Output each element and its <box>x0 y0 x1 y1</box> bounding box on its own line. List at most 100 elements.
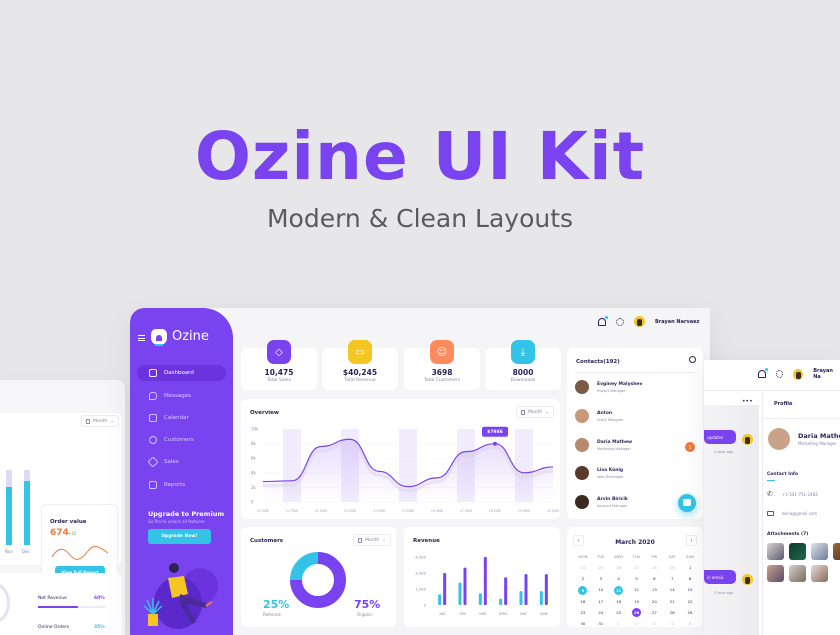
net-revenue-label: Net Revenue <box>38 596 67 601</box>
attachment-thumbnail[interactable] <box>811 565 828 582</box>
left-bar-nov <box>6 470 12 545</box>
tooltip-point <box>493 441 497 446</box>
sidebar-item-messages[interactable]: Messages <box>137 388 226 404</box>
calendar-day[interactable]: 28 <box>663 609 681 617</box>
avatar <box>575 438 589 452</box>
attachment-thumbnail[interactable] <box>767 543 784 560</box>
contact-item[interactable]: Daria Mathew Marketing Manager <box>575 438 632 452</box>
calendar-day[interactable]: 5 <box>628 575 646 583</box>
calendar-day[interactable]: 25 <box>592 564 610 572</box>
x-tick-label: 13 MAR <box>344 509 357 513</box>
calendar-day[interactable]: 20 <box>645 598 663 606</box>
user-avatar[interactable] <box>793 368 804 380</box>
sidebar-item-sales[interactable]: Sales <box>137 454 226 470</box>
calendar-day[interactable]: 31 <box>592 620 610 628</box>
calendar-day[interactable]: 7 <box>663 575 681 583</box>
user-avatar[interactable] <box>634 316 645 327</box>
calendar-day[interactable]: 13 <box>645 586 663 594</box>
left-bar-dec <box>24 470 30 545</box>
calendar-day[interactable]: 1 <box>681 564 699 572</box>
calendar-day[interactable]: 6 <box>645 575 663 583</box>
calendar-day[interactable]: 2 <box>628 620 646 628</box>
calendar-day[interactable]: 18 <box>610 598 628 606</box>
month-label: Month <box>93 418 108 424</box>
profile-phone[interactable]: +1-541-751-2483 <box>782 492 818 497</box>
sidebar-item-calendar[interactable]: Calendar <box>137 410 226 426</box>
tag-icon <box>147 456 159 468</box>
calendar-day[interactable]: 16 <box>574 598 592 606</box>
top-bar: Brayan Narvaez <box>598 315 699 327</box>
sidebar-item-reports[interactable]: Reports <box>137 477 226 493</box>
upgrade-now-button[interactable]: Upgrade Now! <box>148 529 211 544</box>
calendar-day[interactable]: 21 <box>663 598 681 606</box>
sidebar-item-customers[interactable]: Customers <box>137 432 226 448</box>
sidebar: Ozine Dashboard Messages Calendar Custom… <box>130 308 233 635</box>
attachment-thumbnail[interactable] <box>811 543 828 560</box>
x-tick-label: 19 MAR <box>518 509 531 513</box>
contact-item[interactable]: Lisa König Web Developer <box>575 466 624 480</box>
calendar-day[interactable]: 27 <box>645 609 663 617</box>
contact-info-title: Contact Info <box>767 472 799 477</box>
more-options-icon[interactable]: ••• <box>742 398 753 405</box>
bell-icon[interactable] <box>598 315 608 326</box>
calendar-day[interactable]: 12 <box>628 586 646 594</box>
left-month-dropdown[interactable]: Month ⌄ <box>81 415 119 427</box>
y-tick-label: 4,500 <box>415 555 426 560</box>
left-preview-screen: Month ⌄ Nov Dec Order value 674 +42 View… <box>0 380 125 635</box>
profile-email[interactable]: daria@gmail.com <box>782 511 817 516</box>
contact-item[interactable]: Evginey Malyshev Project Manager <box>575 380 642 394</box>
calendar-day[interactable]: 19 <box>628 598 646 606</box>
search-icon[interactable] <box>689 356 696 363</box>
contacts-card: Contacts(192) Evginey Malyshev Project Ma… <box>567 348 703 519</box>
day-of-week-label: WED <box>614 554 624 559</box>
calendar-day[interactable]: 24 <box>574 564 592 572</box>
gear-icon[interactable] <box>775 370 784 378</box>
sidebar-item-dashboard[interactable]: Dashboard <box>137 365 226 381</box>
calendar-day[interactable]: 30 <box>574 620 592 628</box>
calendar-day[interactable]: 4 <box>610 575 628 583</box>
calendar-day[interactable]: 14 <box>663 586 681 594</box>
upgrade-subtitle: Go Pro to unlock all features <box>148 519 205 524</box>
calendar-day[interactable]: 26 <box>631 608 641 617</box>
calendar-day[interactable]: 2 <box>574 575 592 583</box>
contact-name: Evginey Malyshev <box>597 381 643 387</box>
calendar-day[interactable]: 3 <box>645 620 663 628</box>
calendar-day[interactable]: 4 <box>663 620 681 628</box>
calendar-day[interactable]: 22 <box>681 598 699 606</box>
calendar-day[interactable]: 3 <box>592 575 610 583</box>
calendar-day[interactable]: 24 <box>592 609 610 617</box>
calendar-day[interactable]: 27 <box>628 564 646 572</box>
nav-label: Messages <box>164 393 191 399</box>
contact-name: Lisa König <box>597 467 624 473</box>
calendar-day[interactable]: 11 <box>614 585 624 595</box>
calendar-day[interactable]: 10 <box>592 586 610 594</box>
user-name[interactable]: Brayan Na <box>813 368 840 380</box>
user-name[interactable]: Brayan Narvaez <box>655 319 699 325</box>
calendar-day[interactable]: 23 <box>574 609 592 617</box>
contact-item[interactable]: Anton UI/UX Designer <box>575 409 624 423</box>
menu-icon[interactable] <box>138 335 145 341</box>
attachment-thumbnail[interactable] <box>789 543 806 560</box>
gear-icon[interactable] <box>616 317 624 326</box>
calendar-day[interactable]: 9 <box>578 585 588 595</box>
calendar-day[interactable]: 1 <box>610 620 628 628</box>
chat-fab-button[interactable] <box>678 494 696 512</box>
contact-item[interactable]: Arvin Biricik Account Manager <box>575 495 628 509</box>
attachment-thumbnail[interactable] <box>833 543 840 560</box>
calendar-day[interactable]: 29 <box>681 609 699 617</box>
calendar-day[interactable]: 28 <box>645 564 663 572</box>
calendar-day[interactable]: 25 <box>610 609 628 617</box>
x-tick-label: APRIL <box>499 612 508 616</box>
calendar-next-button[interactable]: › <box>686 535 697 546</box>
attachment-thumbnail[interactable] <box>789 565 806 582</box>
attachment-thumbnail[interactable] <box>767 565 784 582</box>
bell-icon[interactable] <box>758 368 767 378</box>
x-tick-label: 12 MAR <box>315 509 328 513</box>
calendar-day[interactable]: 8 <box>681 575 699 583</box>
calendar-day[interactable]: 5 <box>681 620 699 628</box>
calendar-day[interactable]: 29 <box>663 564 681 572</box>
calendar-day[interactable]: 26 <box>610 564 628 572</box>
calendar-day[interactable]: 15 <box>681 586 699 594</box>
order-sparkline <box>52 546 108 560</box>
calendar-day[interactable]: 17 <box>592 598 610 606</box>
